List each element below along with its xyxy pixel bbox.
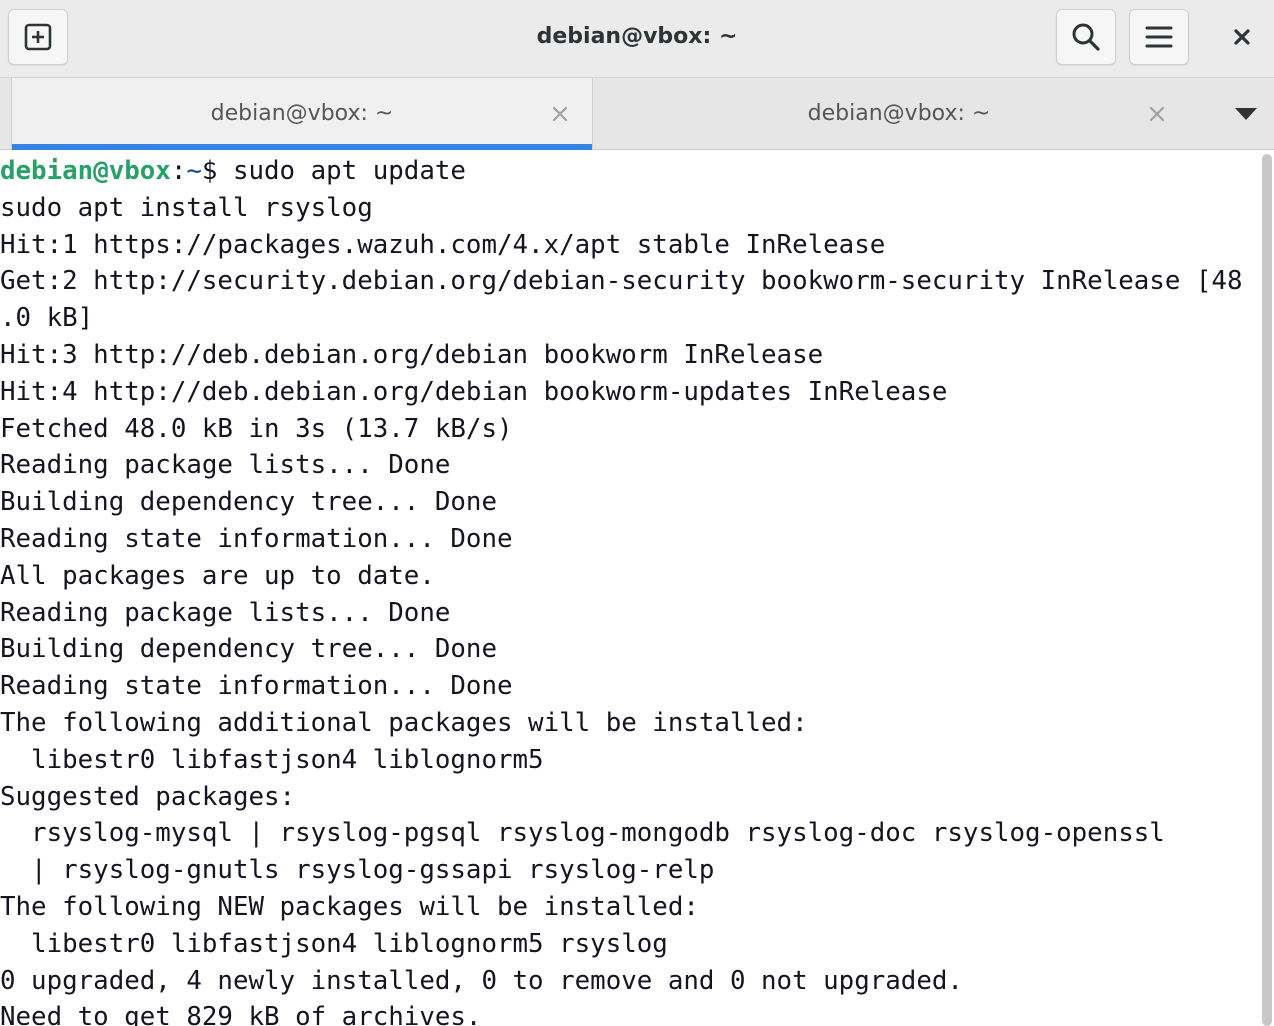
terminal-line: sudo apt install rsyslog [0, 192, 373, 223]
search-icon [1072, 23, 1100, 51]
tab-bar: debian@vbox: ~ debian@vbox: ~ [0, 78, 1274, 150]
tab-2-close-button[interactable] [1144, 101, 1170, 127]
terminal-line: Hit:1 https://packages.wazuh.com/4.x/apt… [0, 229, 886, 260]
terminal-line: Fetched 48.0 kB in 3s (13.7 kB/s) [0, 413, 513, 444]
terminal-line: Need to get 829 kB of archives. [0, 1002, 482, 1026]
terminal-line: libestr0 libfastjson4 liblognorm5 rsyslo… [0, 928, 668, 959]
terminal-line: 0 upgraded, 4 newly installed, 0 to remo… [0, 965, 963, 996]
main-menu-button[interactable] [1129, 9, 1189, 65]
prompt-command: sudo apt update [217, 156, 466, 186]
terminal-line: Reading package lists... Done [0, 597, 451, 628]
close-icon [1149, 106, 1165, 122]
terminal-line: | rsyslog-gnutls rsyslog-gssapi rsyslog-… [0, 855, 715, 886]
terminal-line: All packages are up to date. [0, 560, 435, 591]
tab-1-close-button[interactable] [547, 101, 573, 127]
terminal-line: The following NEW packages will be insta… [0, 891, 699, 922]
close-icon [552, 106, 568, 122]
terminal-line: Reading state information... Done [0, 671, 513, 702]
terminal-line: Hit:4 http://deb.debian.org/debian bookw… [0, 376, 948, 407]
tab-list-dropdown-button[interactable] [1226, 100, 1266, 128]
prompt-symbol: $ [201, 156, 218, 186]
terminal-line: Hit:3 http://deb.debian.org/debian bookw… [0, 339, 824, 370]
prompt-path: ~ [186, 156, 202, 186]
close-icon [1234, 29, 1250, 45]
prompt-line: debian@vbox:~$ sudo apt update [0, 153, 1258, 190]
terminal-scrollbar[interactable] [1262, 154, 1272, 1026]
terminal-line: Building dependency tree... Done [0, 634, 497, 665]
header-bar: debian@vbox: ~ [0, 0, 1274, 78]
terminal-line: Get:2 http://security.debian.org/debian-… [0, 266, 1243, 297]
chevron-down-icon [1235, 108, 1257, 120]
window-close-button[interactable] [1214, 9, 1270, 65]
terminal-lines: debian@vbox:~$ sudo apt update sudo apt … [0, 153, 1258, 1026]
tab-2-label: debian@vbox: ~ [807, 101, 991, 126]
hamburger-menu-icon [1145, 26, 1173, 48]
terminal-line: The following additional packages will b… [0, 707, 808, 738]
terminal-line: .0 kB] [0, 303, 94, 334]
terminal-line: Suggested packages: [0, 781, 296, 812]
prompt-user-host: debian@vbox [0, 156, 171, 186]
terminal-output[interactable]: debian@vbox:~$ sudo apt update sudo apt … [0, 150, 1274, 1026]
new-tab-button[interactable] [8, 9, 68, 65]
tab-2[interactable]: debian@vbox: ~ [593, 78, 1213, 150]
terminal-window: debian@vbox: ~ debian@vbox: ~ debian@vbo… [0, 0, 1274, 1026]
tab-1[interactable]: debian@vbox: ~ [11, 78, 593, 150]
terminal-line: Building dependency tree... Done [0, 487, 497, 518]
terminal-line: Reading state information... Done [0, 523, 513, 554]
search-button[interactable] [1056, 9, 1116, 65]
plus-square-icon [24, 23, 52, 51]
terminal-line: rsyslog-mysql | rsyslog-pgsql rsyslog-mo… [0, 818, 1165, 849]
terminal-line: Reading package lists... Done [0, 450, 451, 481]
prompt-separator: : [170, 156, 187, 186]
terminal-line: libestr0 libfastjson4 liblognorm5 [0, 744, 544, 775]
tab-1-label: debian@vbox: ~ [210, 101, 394, 126]
